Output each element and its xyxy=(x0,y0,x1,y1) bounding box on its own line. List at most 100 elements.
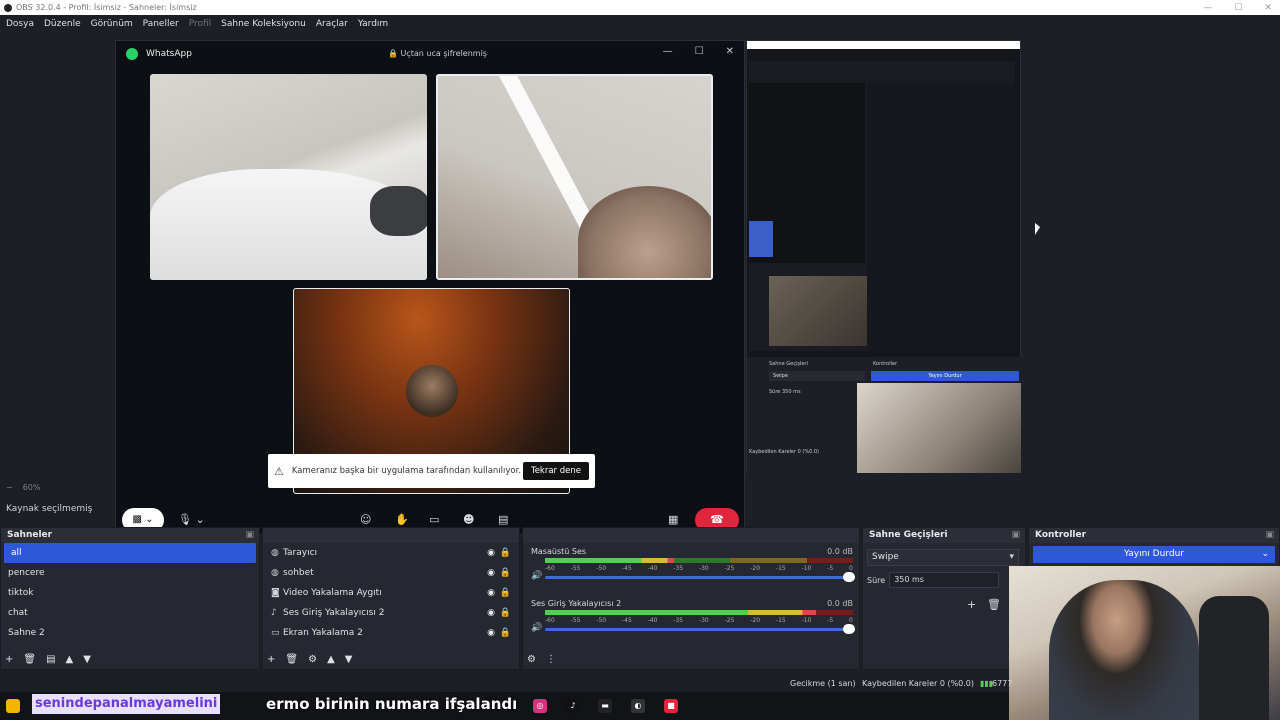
volume-slider[interactable] xyxy=(545,572,855,582)
move-down-icon[interactable]: ▼ xyxy=(83,654,91,665)
mixer-settings-icon[interactable]: ⚙ xyxy=(527,654,536,665)
remove-scene-icon[interactable]: 🗑 xyxy=(23,654,36,665)
source-item[interactable]: ◍ Tarayıcı ◉ 🔒 xyxy=(263,543,519,563)
menu-sahne-koleksiyonu[interactable]: Sahne Koleksiyonu xyxy=(221,19,306,29)
visibility-eye-icon[interactable]: ◉ xyxy=(487,563,495,583)
file-explorer-icon[interactable] xyxy=(6,699,20,713)
wa-minimize-button[interactable]: — xyxy=(663,46,673,57)
menu-gorunum[interactable]: Görünüm xyxy=(91,19,133,29)
nested-webcam-thumbnail xyxy=(769,276,867,346)
menu-paneller[interactable]: Paneller xyxy=(143,19,179,29)
source-up-icon[interactable]: ▲ xyxy=(327,654,335,665)
speaker-icon[interactable]: 🔊 xyxy=(531,571,542,581)
menu-yardim[interactable]: Yardım xyxy=(358,19,388,29)
menu-profil[interactable]: Profil xyxy=(189,19,211,29)
menu-bar: Dosya Düzenle Görünüm Paneller Profil Sa… xyxy=(0,15,1280,32)
scenes-dock: Sahneler ▣ all pencere tiktok chat Sahne … xyxy=(0,527,260,670)
scene-item-all[interactable]: all xyxy=(4,543,256,563)
window-title: OBS 32.0.4 - Profil: İsimsiz - Sahneler:… xyxy=(16,3,197,12)
chevron-down-icon: ⌄ xyxy=(1261,549,1269,559)
source-label: Video Yakalama Aygıtı xyxy=(283,588,382,598)
scene-item-tiktok[interactable]: tiktok xyxy=(1,583,259,603)
source-item[interactable]: ◍ sohbet ◉ 🔒 xyxy=(263,563,519,583)
close-button[interactable]: ✕ xyxy=(1264,3,1272,13)
stop-streaming-button[interactable]: Yayını Durdur ⌄ xyxy=(1033,546,1275,563)
undock-icon[interactable]: ▣ xyxy=(245,528,254,543)
undock-icon[interactable]: ▣ xyxy=(1265,528,1274,543)
lock-icon[interactable]: 🔒 xyxy=(500,563,511,583)
duration-input[interactable]: 350 ms xyxy=(889,572,1000,588)
warning-icon: ⚠ xyxy=(274,464,284,478)
scene-item-pencere[interactable]: pencere xyxy=(1,563,259,583)
source-settings-icon[interactable]: ⚙ xyxy=(308,654,317,665)
track-db: 0.0 dB xyxy=(827,547,853,556)
nested-webcam xyxy=(857,383,1021,473)
terminal-icon[interactable]: ▬ xyxy=(598,699,612,713)
whatsapp-titlebar: WhatsApp 🔒 Uçtan uca şifrelenmiş — ☐ ✕ xyxy=(116,41,744,67)
lock-icon[interactable]: 🔒 xyxy=(500,583,511,603)
menu-araclar[interactable]: Araçlar xyxy=(316,19,348,29)
menu-duzenle[interactable]: Düzenle xyxy=(44,19,81,29)
meter-tick-label: -45 xyxy=(621,565,632,572)
remove-source-icon[interactable]: 🗑 xyxy=(285,654,298,665)
scene-item-chat[interactable]: chat xyxy=(1,603,259,623)
menu-dosya[interactable]: Dosya xyxy=(6,19,34,29)
source-down-icon[interactable]: ▼ xyxy=(345,654,353,665)
undock-icon[interactable]: ▣ xyxy=(1011,528,1020,543)
app-icon[interactable]: ■ xyxy=(664,699,678,713)
meter-tick-label: -5 xyxy=(827,617,834,624)
source-item[interactable]: ◙ Video Yakalama Aygıtı ◉ 🔒 xyxy=(263,583,519,603)
transition-select[interactable]: Swipe ▾ xyxy=(867,549,1019,566)
source-item[interactable]: ♪ Ses Giriş Yakalayıcısı 2 ◉ 🔒 xyxy=(263,603,519,623)
slider-knob[interactable] xyxy=(843,572,855,582)
slider-knob[interactable] xyxy=(843,624,855,634)
scene-filter-icon[interactable]: ▤ xyxy=(46,654,55,665)
tiktok-icon[interactable]: ♪ xyxy=(566,699,580,713)
add-scene-icon[interactable]: + xyxy=(5,654,13,665)
duration-label: Süre xyxy=(867,575,886,585)
nested-swipe-select: Swipe xyxy=(769,371,865,381)
visibility-eye-icon[interactable]: ◉ xyxy=(487,583,495,603)
volume-slider[interactable] xyxy=(545,624,855,634)
move-up-icon[interactable]: ▲ xyxy=(66,654,74,665)
source-label: Ekran Yakalama 2 xyxy=(283,628,363,638)
visibility-eye-icon[interactable]: ◉ xyxy=(487,543,495,563)
lock-icon[interactable]: 🔒 xyxy=(500,623,511,643)
participant-avatar xyxy=(406,365,458,417)
microphone-icon: ♪ xyxy=(271,608,277,618)
dropped-frames: Kaybedilen Kareler 0 (%0.0) xyxy=(862,679,975,688)
zoom-out-button[interactable]: − xyxy=(6,483,13,492)
remove-transition-icon[interactable]: 🗑 xyxy=(987,598,1001,611)
zoom-level[interactable]: 60% xyxy=(23,483,41,492)
add-transition-icon[interactable]: + xyxy=(967,598,976,611)
participant-video-2[interactable] xyxy=(436,74,713,280)
obs-taskbar-icon[interactable]: ◐ xyxy=(631,699,645,713)
controls-title: Kontroller xyxy=(1035,530,1087,540)
meter-fill xyxy=(545,610,817,615)
lock-icon[interactable]: 🔒 xyxy=(500,543,511,563)
minimize-button[interactable]: — xyxy=(1203,3,1212,13)
visibility-eye-icon[interactable]: ◉ xyxy=(487,623,495,643)
wa-close-button[interactable]: ✕ xyxy=(726,46,734,57)
whatsapp-logo-icon xyxy=(126,48,138,60)
source-item[interactable]: ▭ Ekran Yakalama 2 ◉ 🔒 xyxy=(263,623,519,643)
add-source-icon[interactable]: + xyxy=(267,654,275,665)
transition-value: Swipe xyxy=(872,552,899,562)
encryption-label: 🔒 Uçtan uca şifrelenmiş xyxy=(388,49,487,58)
meter-tick-label: -10 xyxy=(801,617,812,624)
lock-icon[interactable]: 🔒 xyxy=(500,603,511,623)
nested-status: Kaybedilen Kareler 0 (%0.0) xyxy=(749,449,820,455)
whatsapp-call-window[interactable]: WhatsApp 🔒 Uçtan uca şifrelenmiş — ☐ ✕ ⚠… xyxy=(115,40,745,535)
maximize-button[interactable]: ☐ xyxy=(1234,3,1242,13)
toast-message: Kameranız başka bir uygulama tarafından … xyxy=(291,466,522,476)
speaker-icon[interactable]: 🔊 xyxy=(531,623,542,633)
meter-ticks: -60 -55 -50 -45 -40 -35 -30 -25 -20 -15 -10 -5 0 xyxy=(545,617,853,624)
instagram-icon[interactable]: ◎ xyxy=(533,699,547,713)
visibility-eye-icon[interactable]: ◉ xyxy=(487,603,495,623)
participant-video-1[interactable] xyxy=(150,74,427,280)
wa-maximize-button[interactable]: ☐ xyxy=(695,46,704,57)
scene-item-sahne-2[interactable]: Sahne 2 xyxy=(1,623,259,643)
meter-tick-label: -30 xyxy=(698,565,709,572)
retry-button[interactable]: Tekrar dene xyxy=(522,462,589,480)
mixer-menu-icon[interactable]: ⋮ xyxy=(546,654,556,665)
